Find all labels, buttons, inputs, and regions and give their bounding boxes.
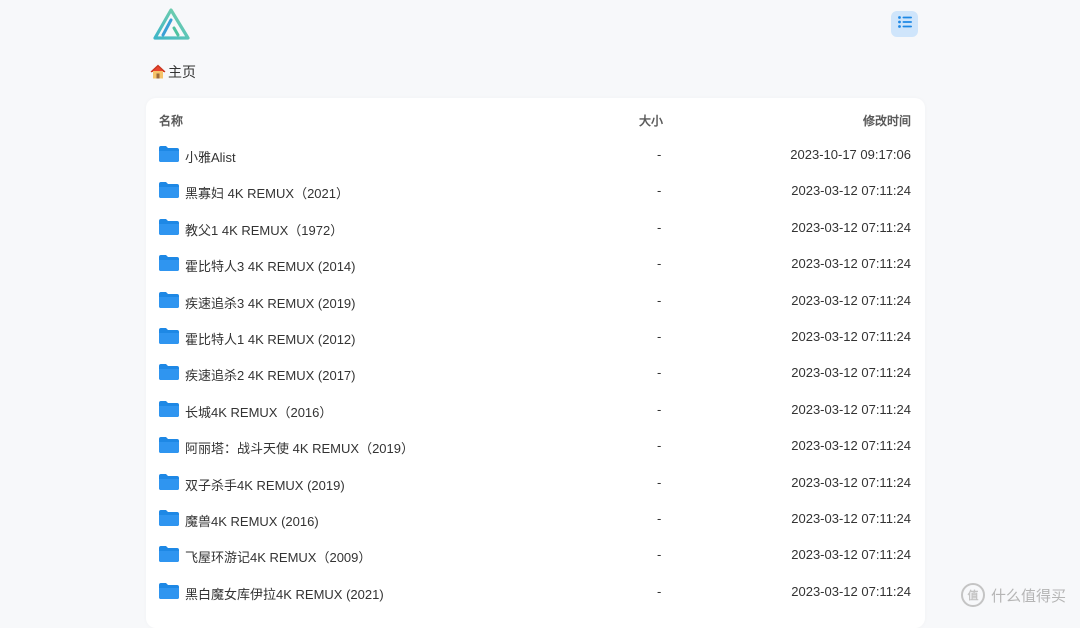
file-modified-time: 2023-03-12 07:11:24	[791, 584, 911, 599]
table-row[interactable]: 疾速追杀2 4K REMUX (2017) - 2023-03-12 07:11:2…	[146, 355, 925, 391]
file-name[interactable]: 长城4K REMUX（2016）	[185, 402, 332, 421]
file-modified-time: 2023-03-12 07:11:24	[791, 256, 911, 271]
table-row[interactable]: 霍比特人1 4K REMUX (2012) - 2023-03-12 07:11:2…	[146, 319, 925, 355]
table-row[interactable]: 双子杀手4K REMUX (2019) - 2023-03-12 07:11:24	[146, 465, 925, 501]
table-row[interactable]: 霍比特人3 4K REMUX (2014) - 2023-03-12 07:11:2…	[146, 246, 925, 282]
breadcrumb-home-link[interactable]: 主页	[168, 62, 196, 82]
folder-icon	[159, 255, 179, 271]
file-size: -	[657, 475, 661, 490]
file-size: -	[657, 147, 661, 162]
file-modified-time: 2023-03-12 07:11:24	[791, 220, 911, 235]
file-name[interactable]: 霍比特人3 4K REMUX (2014)	[185, 256, 356, 275]
table-row[interactable]: 小雅Alist - 2023-10-17 09:17:06	[146, 137, 925, 173]
house-icon	[150, 64, 166, 80]
file-modified-time: 2023-03-12 07:11:24	[791, 547, 911, 562]
file-modified-time: 2023-03-12 07:11:24	[791, 438, 911, 453]
list-icon	[898, 15, 912, 33]
file-modified-time: 2023-03-12 07:11:24	[791, 475, 911, 490]
file-name[interactable]: 霍比特人1 4K REMUX (2012)	[185, 329, 356, 348]
file-size: -	[657, 365, 661, 380]
folder-icon	[159, 474, 179, 490]
file-size: -	[657, 402, 661, 417]
folder-icon	[159, 546, 179, 562]
table-row[interactable]: 魔兽4K REMUX (2016) - 2023-03-12 07:11:24	[146, 501, 925, 537]
folder-icon	[159, 219, 179, 235]
file-size: -	[657, 183, 661, 198]
table-header: 名称 大小 修改时间	[146, 110, 925, 130]
file-size: -	[657, 293, 661, 308]
table-row[interactable]: 黑白魔女库伊拉4K REMUX (2021) - 2023-03-12 07:11:…	[146, 574, 925, 610]
folder-icon	[159, 401, 179, 417]
folder-icon	[159, 583, 179, 599]
folder-icon	[159, 364, 179, 380]
file-modified-time: 2023-03-12 07:11:24	[791, 402, 911, 417]
file-modified-time: 2023-03-12 07:11:24	[791, 511, 911, 526]
folder-icon	[159, 510, 179, 526]
file-name[interactable]: 疾速追杀2 4K REMUX (2017)	[185, 365, 356, 384]
breadcrumb: 主页	[150, 62, 196, 82]
file-list: 小雅Alist - 2023-10-17 09:17:06 黑寡妇 4K REMUX（…	[146, 137, 925, 610]
watermark: 值 什么值得买	[961, 583, 1066, 607]
folder-icon	[159, 146, 179, 162]
file-list-panel: 名称 大小 修改时间 小雅Alist - 2023-10-17 09:17:06 黑寡…	[146, 98, 925, 628]
watermark-text: 什么值得买	[991, 585, 1066, 606]
table-row[interactable]: 教父1 4K REMUX（1972） - 2023-03-12 07:11:24	[146, 210, 925, 246]
file-modified-time: 2023-03-12 07:11:24	[791, 183, 911, 198]
column-header-name[interactable]: 名称	[159, 112, 183, 129]
file-name[interactable]: 教父1 4K REMUX（1972）	[185, 220, 343, 239]
table-row[interactable]: 飞屋环游记4K REMUX（2009） - 2023-03-12 07:11:24	[146, 537, 925, 573]
file-name[interactable]: 魔兽4K REMUX (2016)	[185, 511, 319, 530]
file-modified-time: 2023-03-12 07:11:24	[791, 365, 911, 380]
column-header-size[interactable]: 大小	[639, 112, 663, 129]
file-name[interactable]: 阿丽塔：战斗天使 4K REMUX（2019）	[185, 438, 414, 457]
table-row[interactable]: 阿丽塔：战斗天使 4K REMUX（2019） - 2023-03-12 07:11…	[146, 428, 925, 464]
file-modified-time: 2023-03-12 07:11:24	[791, 293, 911, 308]
file-size: -	[657, 220, 661, 235]
file-size: -	[657, 547, 661, 562]
file-modified-time: 2023-10-17 09:17:06	[790, 147, 911, 162]
top-bar	[0, 0, 1080, 50]
file-name[interactable]: 黑白魔女库伊拉4K REMUX (2021)	[185, 584, 384, 603]
table-row[interactable]: 疾速追杀3 4K REMUX (2019) - 2023-03-12 07:11:2…	[146, 283, 925, 319]
folder-icon	[159, 292, 179, 308]
watermark-badge: 值	[961, 583, 985, 607]
table-row[interactable]: 长城4K REMUX（2016） - 2023-03-12 07:11:24	[146, 392, 925, 428]
folder-icon	[159, 437, 179, 453]
file-name[interactable]: 飞屋环游记4K REMUX（2009）	[185, 547, 371, 566]
file-name[interactable]: 双子杀手4K REMUX (2019)	[185, 475, 345, 494]
list-menu-button[interactable]	[891, 11, 918, 37]
file-size: -	[657, 584, 661, 599]
file-size: -	[657, 256, 661, 271]
file-modified-time: 2023-03-12 07:11:24	[791, 329, 911, 344]
folder-icon	[159, 328, 179, 344]
file-size: -	[657, 329, 661, 344]
table-row[interactable]: 黑寡妇 4K REMUX（2021） - 2023-03-12 07:11:24	[146, 173, 925, 209]
alist-logo-icon[interactable]	[152, 8, 190, 40]
file-size: -	[657, 438, 661, 453]
file-name[interactable]: 疾速追杀3 4K REMUX (2019)	[185, 293, 356, 312]
column-header-modified[interactable]: 修改时间	[863, 112, 911, 129]
file-size: -	[657, 511, 661, 526]
file-name[interactable]: 黑寡妇 4K REMUX（2021）	[185, 183, 349, 202]
folder-icon	[159, 182, 179, 198]
file-name[interactable]: 小雅Alist	[185, 147, 236, 166]
